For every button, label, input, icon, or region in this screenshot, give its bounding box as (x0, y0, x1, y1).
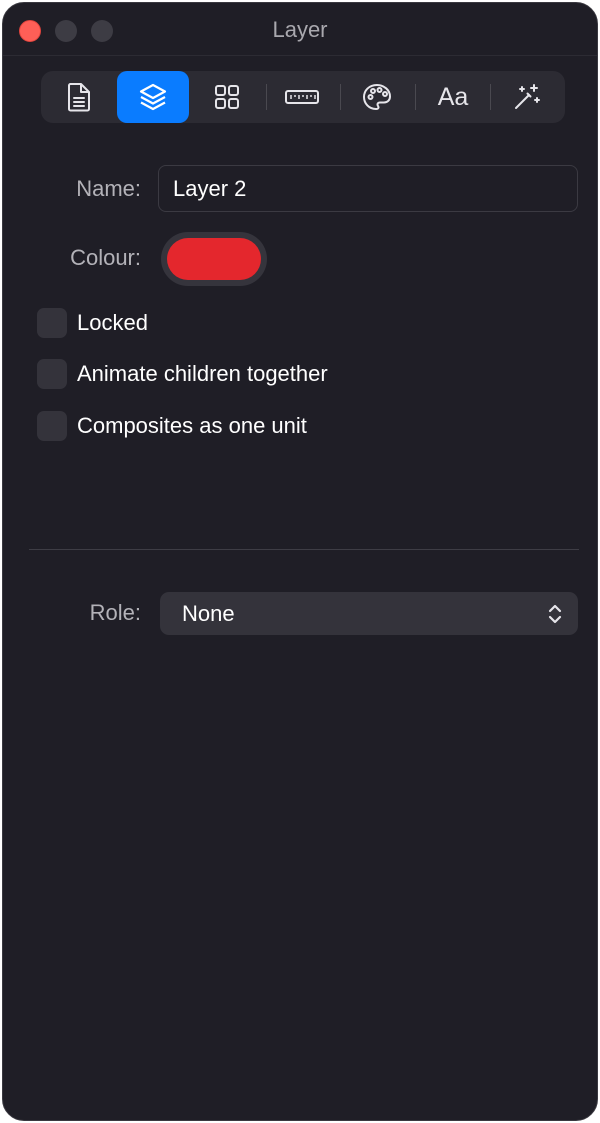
layer-inspector-window: Layer Aa Name: Layer 2 Colour: Locked An… (2, 2, 598, 1121)
animate-children-label: Animate children together (77, 361, 328, 386)
tab-ruler[interactable] (266, 71, 338, 123)
ruler-icon (284, 88, 320, 106)
name-label: Name: (76, 176, 141, 201)
role-select[interactable]: None (160, 592, 578, 635)
animate-children-checkbox[interactable] (37, 359, 67, 389)
tab-colour[interactable] (341, 71, 413, 123)
tab-document[interactable] (43, 71, 115, 123)
locked-label: Locked (77, 310, 148, 335)
chevron-up-down-icon (548, 603, 562, 630)
locked-checkbox[interactable] (37, 308, 67, 338)
colour-swatch (167, 238, 261, 280)
layers-icon (138, 82, 168, 112)
role-label: Role: (89, 600, 141, 625)
grid-icon (213, 83, 241, 111)
tab-layer[interactable] (117, 71, 189, 123)
tab-text[interactable]: Aa (417, 71, 489, 123)
role-value: None (182, 601, 235, 626)
document-icon (66, 82, 92, 112)
composites-label: Composites as one unit (77, 413, 307, 438)
magic-wand-icon (512, 82, 542, 112)
typography-icon: Aa (437, 82, 469, 111)
composites-checkbox[interactable] (37, 411, 67, 441)
tab-effects[interactable] (491, 71, 563, 123)
window-title: Layer (272, 17, 328, 42)
section-divider (29, 549, 579, 550)
toolbar-separator (415, 84, 416, 110)
tab-grid[interactable] (191, 71, 263, 123)
titlebar: Layer (3, 3, 597, 56)
colour-well[interactable] (161, 232, 267, 286)
name-field[interactable]: Layer 2 (158, 165, 578, 212)
colour-label: Colour: (70, 245, 141, 270)
inspector-toolbar: Aa (41, 71, 565, 123)
palette-icon (361, 82, 393, 112)
